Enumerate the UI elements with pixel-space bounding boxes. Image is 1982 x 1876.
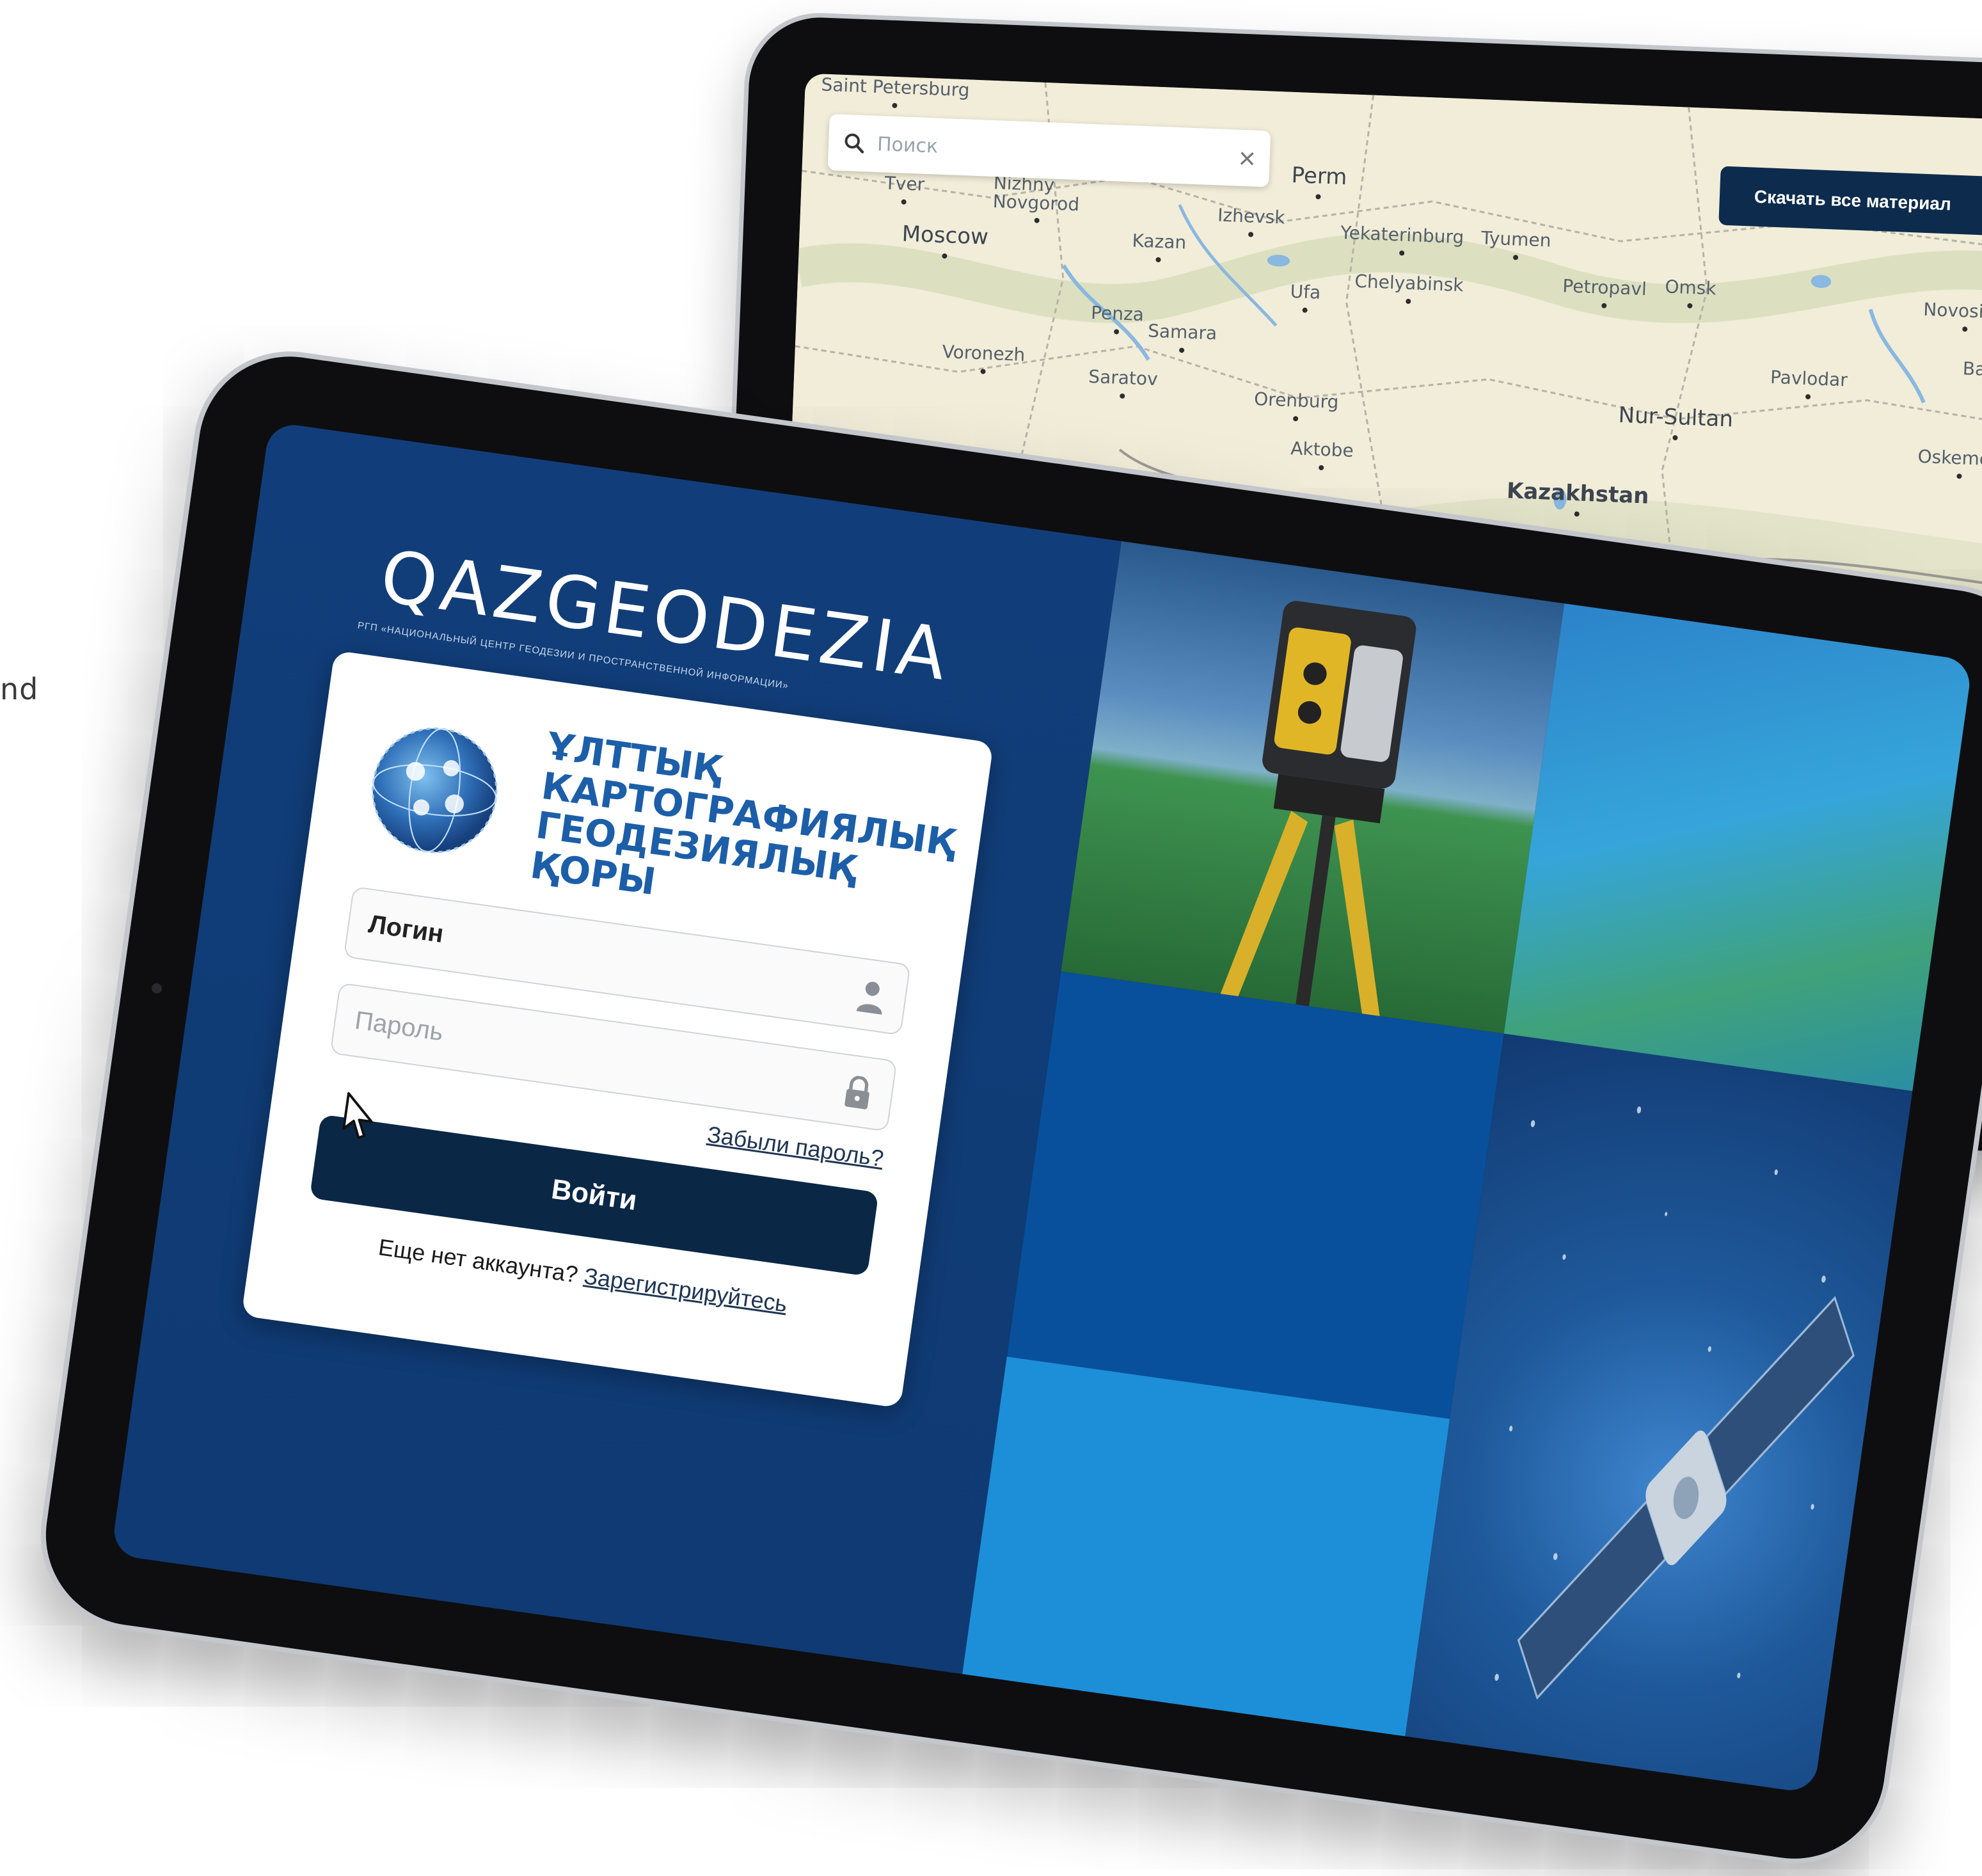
- tablet-bezel: QAZGEODEZIA РГП «НАЦИОНАЛЬНЫЙ ЦЕНТР ГЕОД…: [34, 345, 1982, 1870]
- login-panel: QAZGEODEZIA РГП «НАЦИОНАЛЬНЫЙ ЦЕНТР ГЕОД…: [111, 422, 1122, 1674]
- login-screen: QAZGEODEZIA РГП «НАЦИОНАЛЬНЫЙ ЦЕНТР ГЕОД…: [111, 422, 1973, 1794]
- login-field-value: Логин: [367, 910, 445, 949]
- register-link[interactable]: Зарегистрируйтесь: [582, 1262, 789, 1317]
- map-label-petropavl: Petropavl: [1562, 275, 1647, 299]
- map-label-saratov: Saratov: [1088, 366, 1158, 390]
- map-label-nizhny-novgorod: Nizhny Novgorod: [992, 173, 1083, 214]
- map-label-voronezh: Voronezh: [942, 341, 1026, 365]
- front-camera: [151, 983, 163, 994]
- close-icon[interactable]: ×: [1238, 143, 1257, 173]
- globe-grid-icon: [360, 537, 370, 610]
- sky-grass-photo: [1503, 603, 1972, 1092]
- map-label-kazakhstan: Kazakhstan: [1506, 478, 1649, 509]
- mouse-cursor-icon: [338, 1091, 380, 1141]
- map-label-omsk: Omsk: [1665, 276, 1716, 299]
- map-label-tver: Tver: [884, 172, 925, 195]
- map-label-barnaul: Barna: [1962, 358, 1982, 381]
- color-block-deep-blue: [1007, 972, 1504, 1419]
- map-search-placeholder: Поиск: [876, 132, 1239, 169]
- map-label-moscow: Moscow: [901, 221, 989, 250]
- lock-icon: [841, 1074, 876, 1111]
- map-label-pavlodar: Pavlodar: [1770, 367, 1848, 391]
- hero-image-collage: [962, 541, 1973, 1794]
- brand-title: ҰЛТТЫҚ КАРТОГРАФИЯЛЫҚ ГЕОДЕЗИЯЛЫҚ ҚОРЫ: [528, 726, 963, 942]
- map-label-penza: Penza: [1091, 302, 1145, 325]
- map-label-tyumen: Tyumen: [1481, 227, 1551, 251]
- map-label-orenburg: Orenburg: [1254, 388, 1339, 413]
- map-label-chelyabinsk: Chelyabinsk: [1354, 271, 1464, 296]
- user-icon: [854, 978, 889, 1015]
- map-label-novosibirsk: Novosibir: [1923, 299, 1982, 323]
- search-icon: [842, 131, 866, 155]
- globe-emblem-icon: [359, 715, 511, 866]
- total-station-photo: [1061, 541, 1564, 1034]
- background-text-fragment: nd: [0, 672, 38, 706]
- color-block-light-blue: [962, 1357, 1450, 1737]
- map-label-aktobe: Aktobe: [1290, 438, 1354, 461]
- map-label-oskemen: Oskemen: [1917, 446, 1982, 470]
- login-card: ҰЛТТЫҚ КАРТОГРАФИЯЛЫҚ ГЕОДЕЗИЯЛЫҚ ҚОРЫ Л…: [241, 650, 994, 1408]
- register-prompt-text: Еще нет аккаунта?: [377, 1234, 580, 1287]
- tablet-login-device: QAZGEODEZIA РГП «НАЦИОНАЛЬНЫЙ ЦЕНТР ГЕОД…: [28, 339, 1982, 1876]
- password-placeholder: Пароль: [353, 1006, 445, 1047]
- map-label-izhevsk: Izhevsk: [1217, 204, 1286, 228]
- surveying-instrument-image: [1061, 541, 1564, 1034]
- map-label-samara: Samara: [1148, 320, 1217, 344]
- map-label-kazan: Kazan: [1132, 230, 1187, 253]
- map-label-perm: Perm: [1291, 163, 1347, 190]
- map-label-ufa: Ufa: [1290, 281, 1321, 303]
- map-label-nur-sultan: Nur-Sultan: [1618, 402, 1734, 433]
